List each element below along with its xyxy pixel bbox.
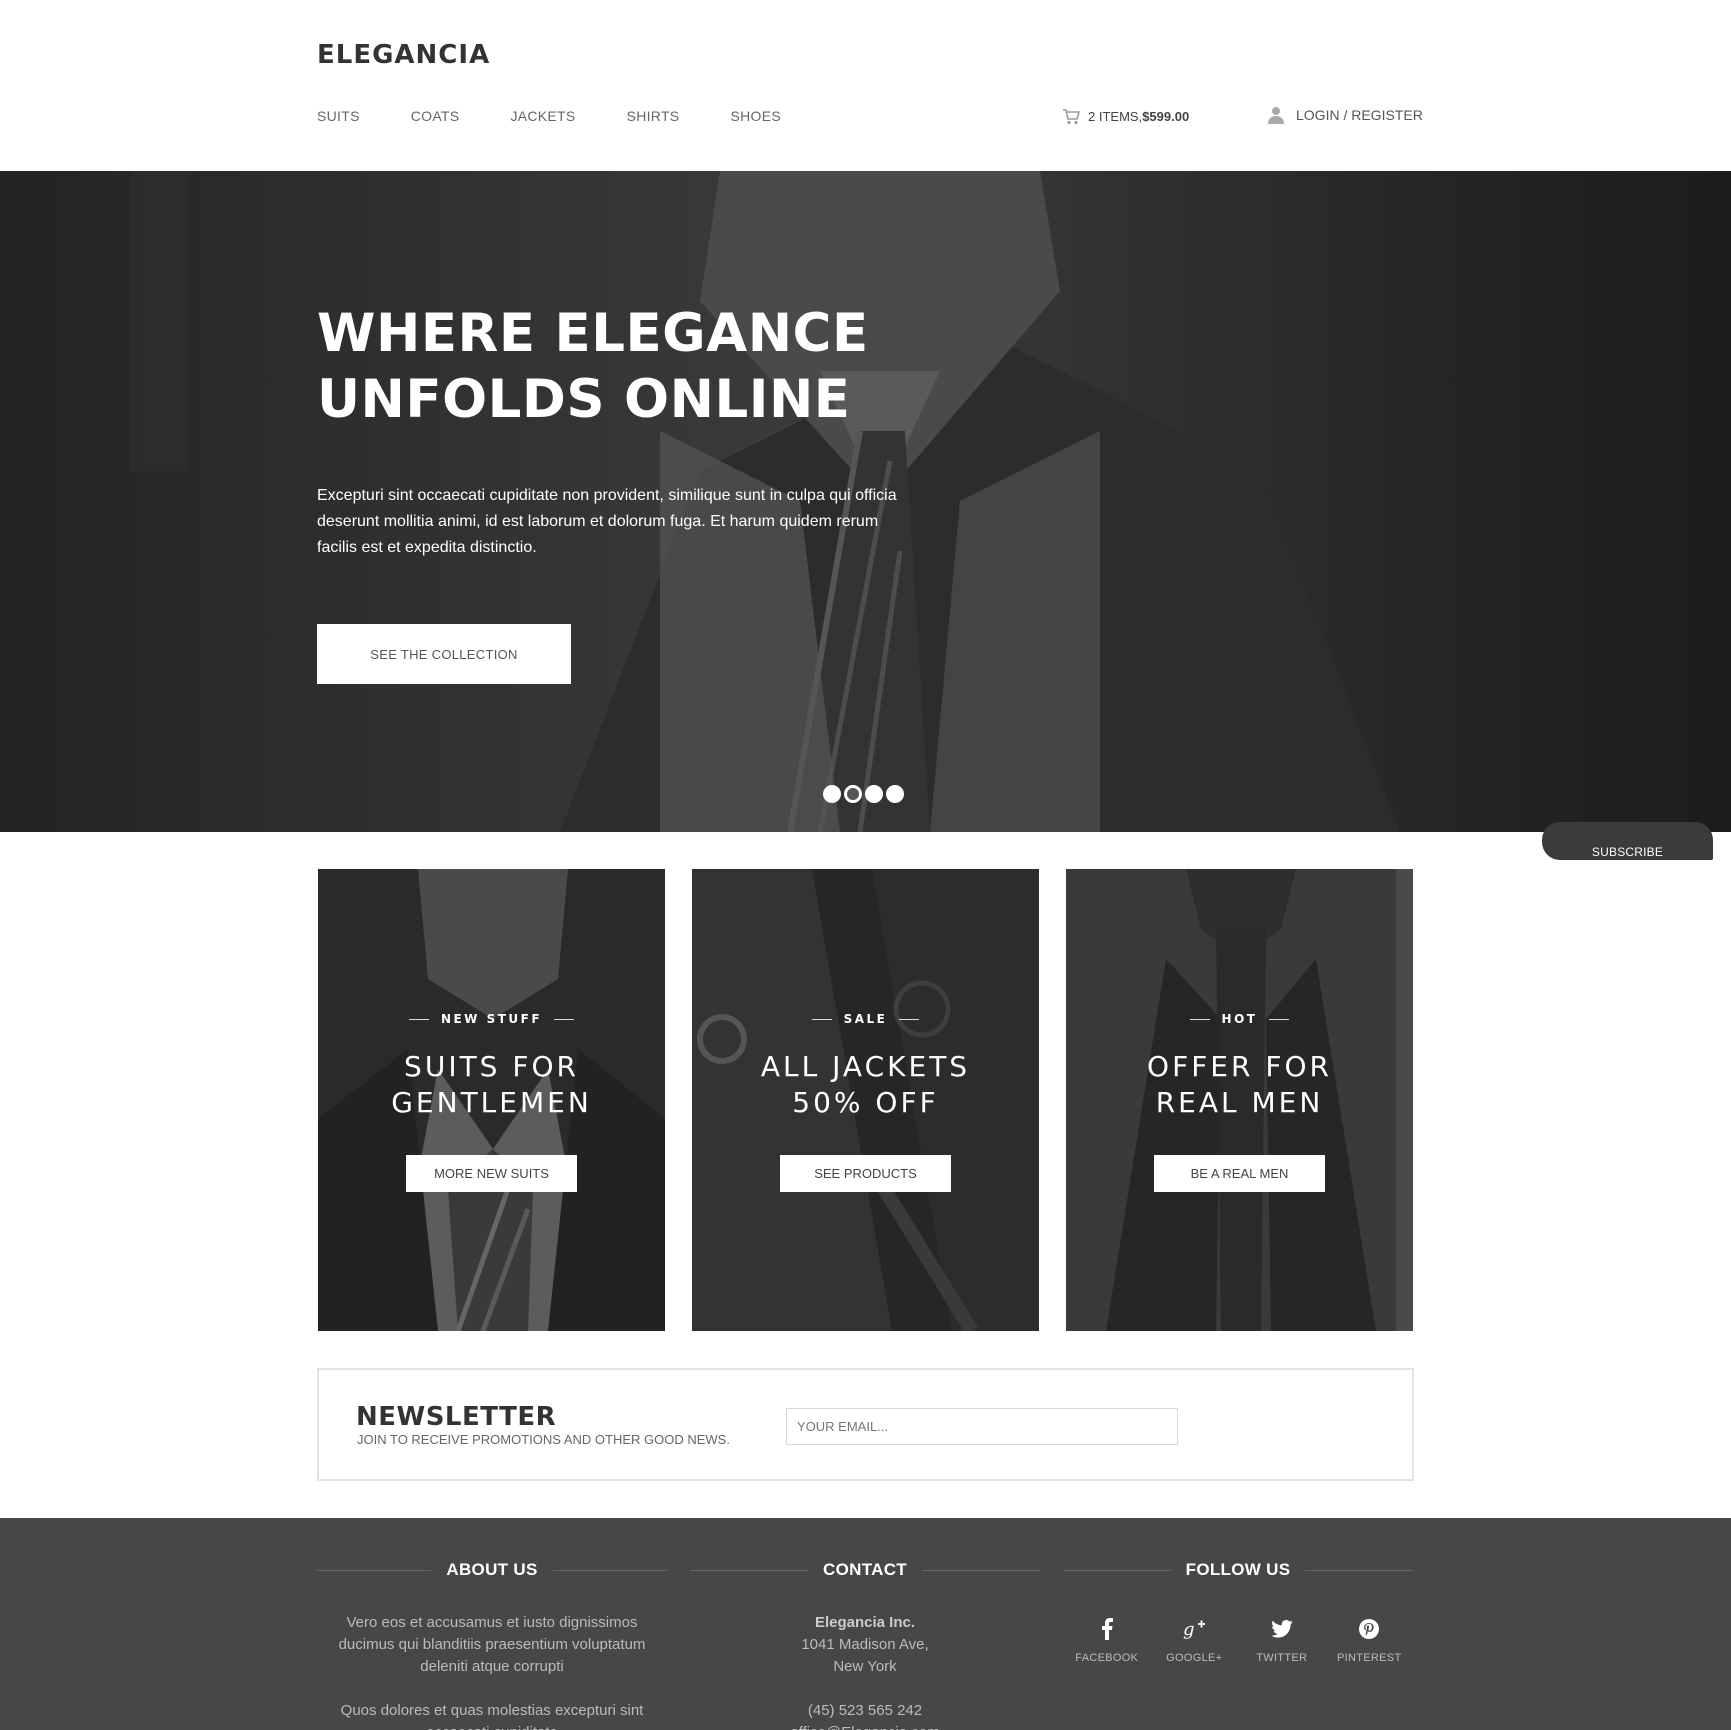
- cart-items-label: 2 ITEMS,: [1088, 109, 1143, 124]
- contact-phone[interactable]: (45) 523 565 242: [690, 1700, 1040, 1722]
- footer-follow-heading: FOLLOW US: [1185, 1560, 1291, 1579]
- site-footer: ABOUT US Vero eos et accusamus et iusto …: [0, 1518, 1731, 1730]
- footer-about-text: Vero eos et accusamus et iusto dignissim…: [317, 1612, 667, 1730]
- contact-email[interactable]: office@Elegancia.com: [690, 1722, 1040, 1730]
- footer-about-heading: ABOUT US: [446, 1560, 538, 1579]
- footer-about: ABOUT US Vero eos et accusamus et iusto …: [317, 1558, 667, 1730]
- promo-headline-line-2: 50% OFF: [792, 1086, 939, 1119]
- nav-item-shoes[interactable]: SHOES: [730, 108, 781, 124]
- social-label: PINTEREST: [1337, 1652, 1402, 1664]
- main-nav: SUITS COATS JACKETS SHIRTS SHOES: [317, 108, 832, 124]
- subscribe-tab-label: SUBSCRIBE: [1591, 845, 1664, 859]
- social-google-plus[interactable]: g GOOGLE+: [1154, 1616, 1234, 1664]
- nav-item-coats[interactable]: COATS: [411, 108, 460, 124]
- login-register-link[interactable]: LOGIN / REGISTER: [1268, 106, 1423, 124]
- hero-title-line-2: UNFOLDS ONLINE: [317, 369, 851, 430]
- newsletter-subtitle: JOIN TO RECEIVE PROMOTIONS AND OTHER GOO…: [357, 1432, 730, 1447]
- promo-headline-line-1: ALL JACKETS: [760, 1050, 971, 1083]
- twitter-icon: [1270, 1620, 1293, 1638]
- slider-pagination: [823, 785, 907, 803]
- footer-heading: FOLLOW US: [1063, 1558, 1413, 1582]
- nav-item-suits[interactable]: SUITS: [317, 108, 360, 124]
- slider-dot-3[interactable]: [865, 785, 883, 803]
- promo-cards: NEW STUFF SUITS FOR GENTLEMEN MORE NEW S…: [318, 869, 1413, 1331]
- login-register-label: LOGIN / REGISTER: [1296, 107, 1423, 123]
- promo-tag: NEW STUFF: [318, 1012, 665, 1026]
- social-label: GOOGLE+: [1166, 1652, 1223, 1664]
- cart-icon: [1063, 109, 1080, 125]
- nav-item-shirts[interactable]: SHIRTS: [627, 108, 680, 124]
- social-links: FACEBOOK g GOOGLE+ TWITTER PINTEREST: [1063, 1616, 1413, 1664]
- contact-company: Elegancia Inc.: [814, 1614, 916, 1631]
- promo-headline-line-2: REAL MEN: [1155, 1086, 1324, 1119]
- social-pinterest[interactable]: PINTEREST: [1329, 1616, 1409, 1664]
- promo-headline-line-1: OFFER FOR: [1147, 1050, 1332, 1083]
- promo-headline: SUITS FOR GENTLEMEN: [318, 1049, 665, 1121]
- google-plus-icon: g: [1183, 1619, 1206, 1640]
- hero-title-line-1: WHERE ELEGANCE: [317, 303, 869, 364]
- pinterest-icon: [1359, 1619, 1380, 1639]
- promo-headline-line-2: GENTLEMEN: [391, 1086, 592, 1119]
- contact-address-line-2: New York: [833, 1658, 897, 1675]
- promo-tag-label: HOT: [1221, 1012, 1258, 1026]
- social-label: FACEBOOK: [1075, 1652, 1139, 1664]
- slider-dot-1[interactable]: [823, 785, 841, 803]
- more-new-suits-button[interactable]: MORE NEW SUITS: [406, 1155, 577, 1192]
- user-icon: [1268, 107, 1284, 124]
- footer-contact-text: Elegancia Inc. 1041 Madison Ave, New Yor…: [690, 1612, 1040, 1730]
- footer-contact-heading: CONTACT: [823, 1560, 907, 1579]
- see-collection-button[interactable]: SEE THE COLLECTION: [317, 624, 571, 684]
- svg-text:g: g: [1183, 1619, 1195, 1640]
- promo-headline: OFFER FOR REAL MEN: [1066, 1049, 1413, 1121]
- be-a-real-men-button[interactable]: BE A REAL MEN: [1154, 1155, 1325, 1192]
- social-label: TWITTER: [1256, 1652, 1308, 1664]
- promo-headline: ALL JACKETS 50% OFF: [692, 1049, 1039, 1121]
- promo-tag-label: NEW STUFF: [440, 1012, 543, 1026]
- cart-price: $599.00: [1142, 109, 1190, 124]
- slider-dot-4[interactable]: [886, 785, 904, 803]
- site-header: ELEGANCIA SUITS COATS JACKETS SHIRTS SHO…: [0, 0, 1731, 171]
- newsletter-box: NEWSLETTER JOIN TO RECEIVE PROMOTIONS AN…: [317, 1368, 1414, 1481]
- footer-follow: FOLLOW US FACEBOOK g GOOGLE+ TWITTER PIN…: [1063, 1558, 1413, 1664]
- logo[interactable]: ELEGANCIA: [317, 40, 490, 70]
- facebook-icon: [1101, 1618, 1113, 1640]
- promo-headline-line-1: SUITS FOR: [404, 1050, 579, 1083]
- promo-tag-label: SALE: [843, 1012, 888, 1026]
- promo-card-hot-offer[interactable]: HOT OFFER FOR REAL MEN BE A REAL MEN: [1066, 869, 1413, 1331]
- hero-slider: WHERE ELEGANCE UNFOLDS ONLINE Excepturi …: [0, 171, 1731, 832]
- footer-about-paragraph-2: Quos dolores et quas molestias excepturi…: [340, 1702, 644, 1730]
- hero-title: WHERE ELEGANCE UNFOLDS ONLINE: [317, 301, 1017, 433]
- footer-contact: CONTACT Elegancia Inc. 1041 Madison Ave,…: [690, 1558, 1040, 1730]
- newsletter-email-input[interactable]: [786, 1408, 1178, 1445]
- social-facebook[interactable]: FACEBOOK: [1067, 1616, 1147, 1664]
- social-twitter[interactable]: TWITTER: [1242, 1616, 1322, 1664]
- footer-heading: CONTACT: [690, 1558, 1040, 1582]
- promo-tag: HOT: [1066, 1012, 1413, 1026]
- see-products-button[interactable]: SEE PRODUCTS: [780, 1155, 951, 1192]
- newsletter-title: NEWSLETTER: [356, 1402, 557, 1432]
- footer-heading: ABOUT US: [317, 1558, 667, 1582]
- cart-summary[interactable]: 2 ITEMS, $599.00: [1062, 108, 1189, 125]
- nav-item-jackets[interactable]: JACKETS: [510, 108, 575, 124]
- contact-address-line-1: 1041 Madison Ave,: [801, 1636, 929, 1653]
- slider-dot-2[interactable]: [844, 785, 862, 803]
- subscribe-tab[interactable]: SUBSCRIBE: [1542, 822, 1713, 860]
- promo-card-suits[interactable]: NEW STUFF SUITS FOR GENTLEMEN MORE NEW S…: [318, 869, 665, 1331]
- footer-about-paragraph-1: Vero eos et accusamus et iusto dignissim…: [338, 1614, 646, 1675]
- promo-tag: SALE: [692, 1012, 1039, 1026]
- hero-description: Excepturi sint occaecati cupiditate non …: [317, 487, 897, 556]
- promo-card-jackets[interactable]: SALE ALL JACKETS 50% OFF SEE PRODUCTS: [692, 869, 1039, 1331]
